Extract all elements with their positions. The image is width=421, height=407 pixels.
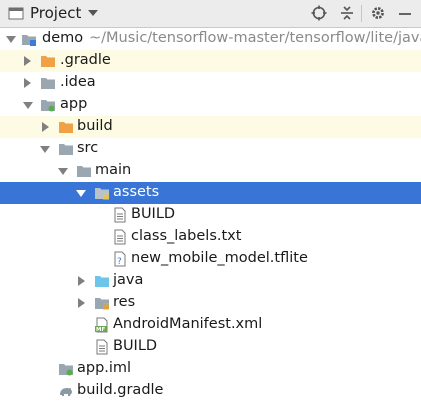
tree-row-build-file-2[interactable]: BUILD <box>0 336 421 358</box>
folder-gray-icon <box>58 141 74 157</box>
tree-row-label: .gradle <box>60 52 111 68</box>
tree-row-app[interactable]: app <box>0 94 421 116</box>
tree-row-label: assets <box>113 184 160 200</box>
tree-row-build-gradle[interactable]: build.gradle <box>0 380 421 402</box>
tree-row-label: app <box>60 96 88 112</box>
resources-folder-icon <box>94 185 110 201</box>
tree-row-app-iml[interactable]: app.iml <box>0 358 421 380</box>
chevron-down-icon[interactable] <box>23 102 33 109</box>
module-folder-icon <box>21 31 37 47</box>
tree-row-label: src <box>77 140 99 156</box>
project-tool-window-header: Project <box>0 0 421 28</box>
settings-icon[interactable] <box>370 5 386 21</box>
chevron-down-icon[interactable] <box>58 168 68 175</box>
text-file-icon <box>112 229 128 245</box>
svg-text:MF: MF <box>96 327 105 333</box>
toolbar-divider <box>361 5 362 22</box>
tree-row-build-file[interactable]: BUILD <box>0 204 421 226</box>
unknown-file-icon: ? <box>112 251 128 267</box>
chevron-right-icon[interactable] <box>78 298 85 308</box>
tree-row-tflite-model[interactable]: ? new_mobile_model.tflite <box>0 248 421 270</box>
tree-row-label: res <box>113 294 136 310</box>
project-icon <box>8 6 24 20</box>
tree-row-gradle[interactable]: .gradle <box>0 50 421 72</box>
gradle-file-icon <box>58 383 74 399</box>
folder-orange-icon <box>40 53 56 69</box>
tree-row-android-manifest[interactable]: MF AndroidManifest.xml <box>0 314 421 336</box>
iml-file-icon <box>58 361 74 377</box>
chevron-right-icon[interactable] <box>24 78 31 88</box>
tree-row-label: BUILD <box>131 206 176 222</box>
text-file-icon <box>94 339 110 355</box>
folder-gray-icon <box>40 75 56 91</box>
chevron-down-icon[interactable] <box>76 190 86 197</box>
tree-row-label: java <box>113 272 144 288</box>
resources-folder-icon <box>94 295 110 311</box>
hide-icon[interactable] <box>397 5 413 21</box>
tree-row-label: BUILD <box>113 338 158 354</box>
tree-row-main[interactable]: main <box>0 160 421 182</box>
locate-icon[interactable] <box>311 5 327 21</box>
tree-row-path: ~/Music/tensorflow-master/tensorflow/lit… <box>89 30 421 46</box>
module-folder-icon <box>40 97 56 113</box>
tree-row-label: main <box>95 162 132 178</box>
tree-row-build-folder[interactable]: build <box>0 116 421 138</box>
tree-row-assets[interactable]: assets <box>0 182 421 204</box>
tree-row-src[interactable]: src <box>0 138 421 160</box>
chevron-right-icon[interactable] <box>42 122 49 132</box>
chevron-right-icon[interactable] <box>24 56 31 66</box>
collapse-all-icon[interactable] <box>339 5 355 21</box>
tree-row-label: .idea <box>60 74 96 90</box>
chevron-down-icon[interactable] <box>88 10 98 16</box>
tree-row-idea[interactable]: .idea <box>0 72 421 94</box>
folder-gray-icon <box>76 163 92 179</box>
chevron-right-icon[interactable] <box>78 276 85 286</box>
tree-row-label: build.gradle <box>77 382 164 398</box>
chevron-down-icon[interactable] <box>40 146 50 153</box>
tree-row-label: build <box>77 118 113 134</box>
tree-row-label: new_mobile_model.tflite <box>131 250 308 266</box>
tree-row-res[interactable]: res <box>0 292 421 314</box>
project-view-title[interactable]: Project <box>30 4 81 22</box>
tree-row-class-labels[interactable]: class_labels.txt <box>0 226 421 248</box>
tree-row-demo[interactable]: demo ~/Music/tensorflow-master/tensorflo… <box>0 28 421 50</box>
manifest-file-icon: MF <box>94 317 110 333</box>
tree-row-label: AndroidManifest.xml <box>113 316 263 332</box>
text-file-icon <box>112 207 128 223</box>
tree-row-label: app.iml <box>77 360 132 376</box>
tree-row-java[interactable]: java <box>0 270 421 292</box>
chevron-down-icon[interactable] <box>6 36 16 43</box>
tree-row-label: demo <box>42 30 84 46</box>
folder-orange-icon <box>58 119 74 135</box>
source-folder-icon <box>94 273 110 289</box>
tree-row-label: class_labels.txt <box>131 228 242 244</box>
svg-text:?: ? <box>117 257 122 267</box>
